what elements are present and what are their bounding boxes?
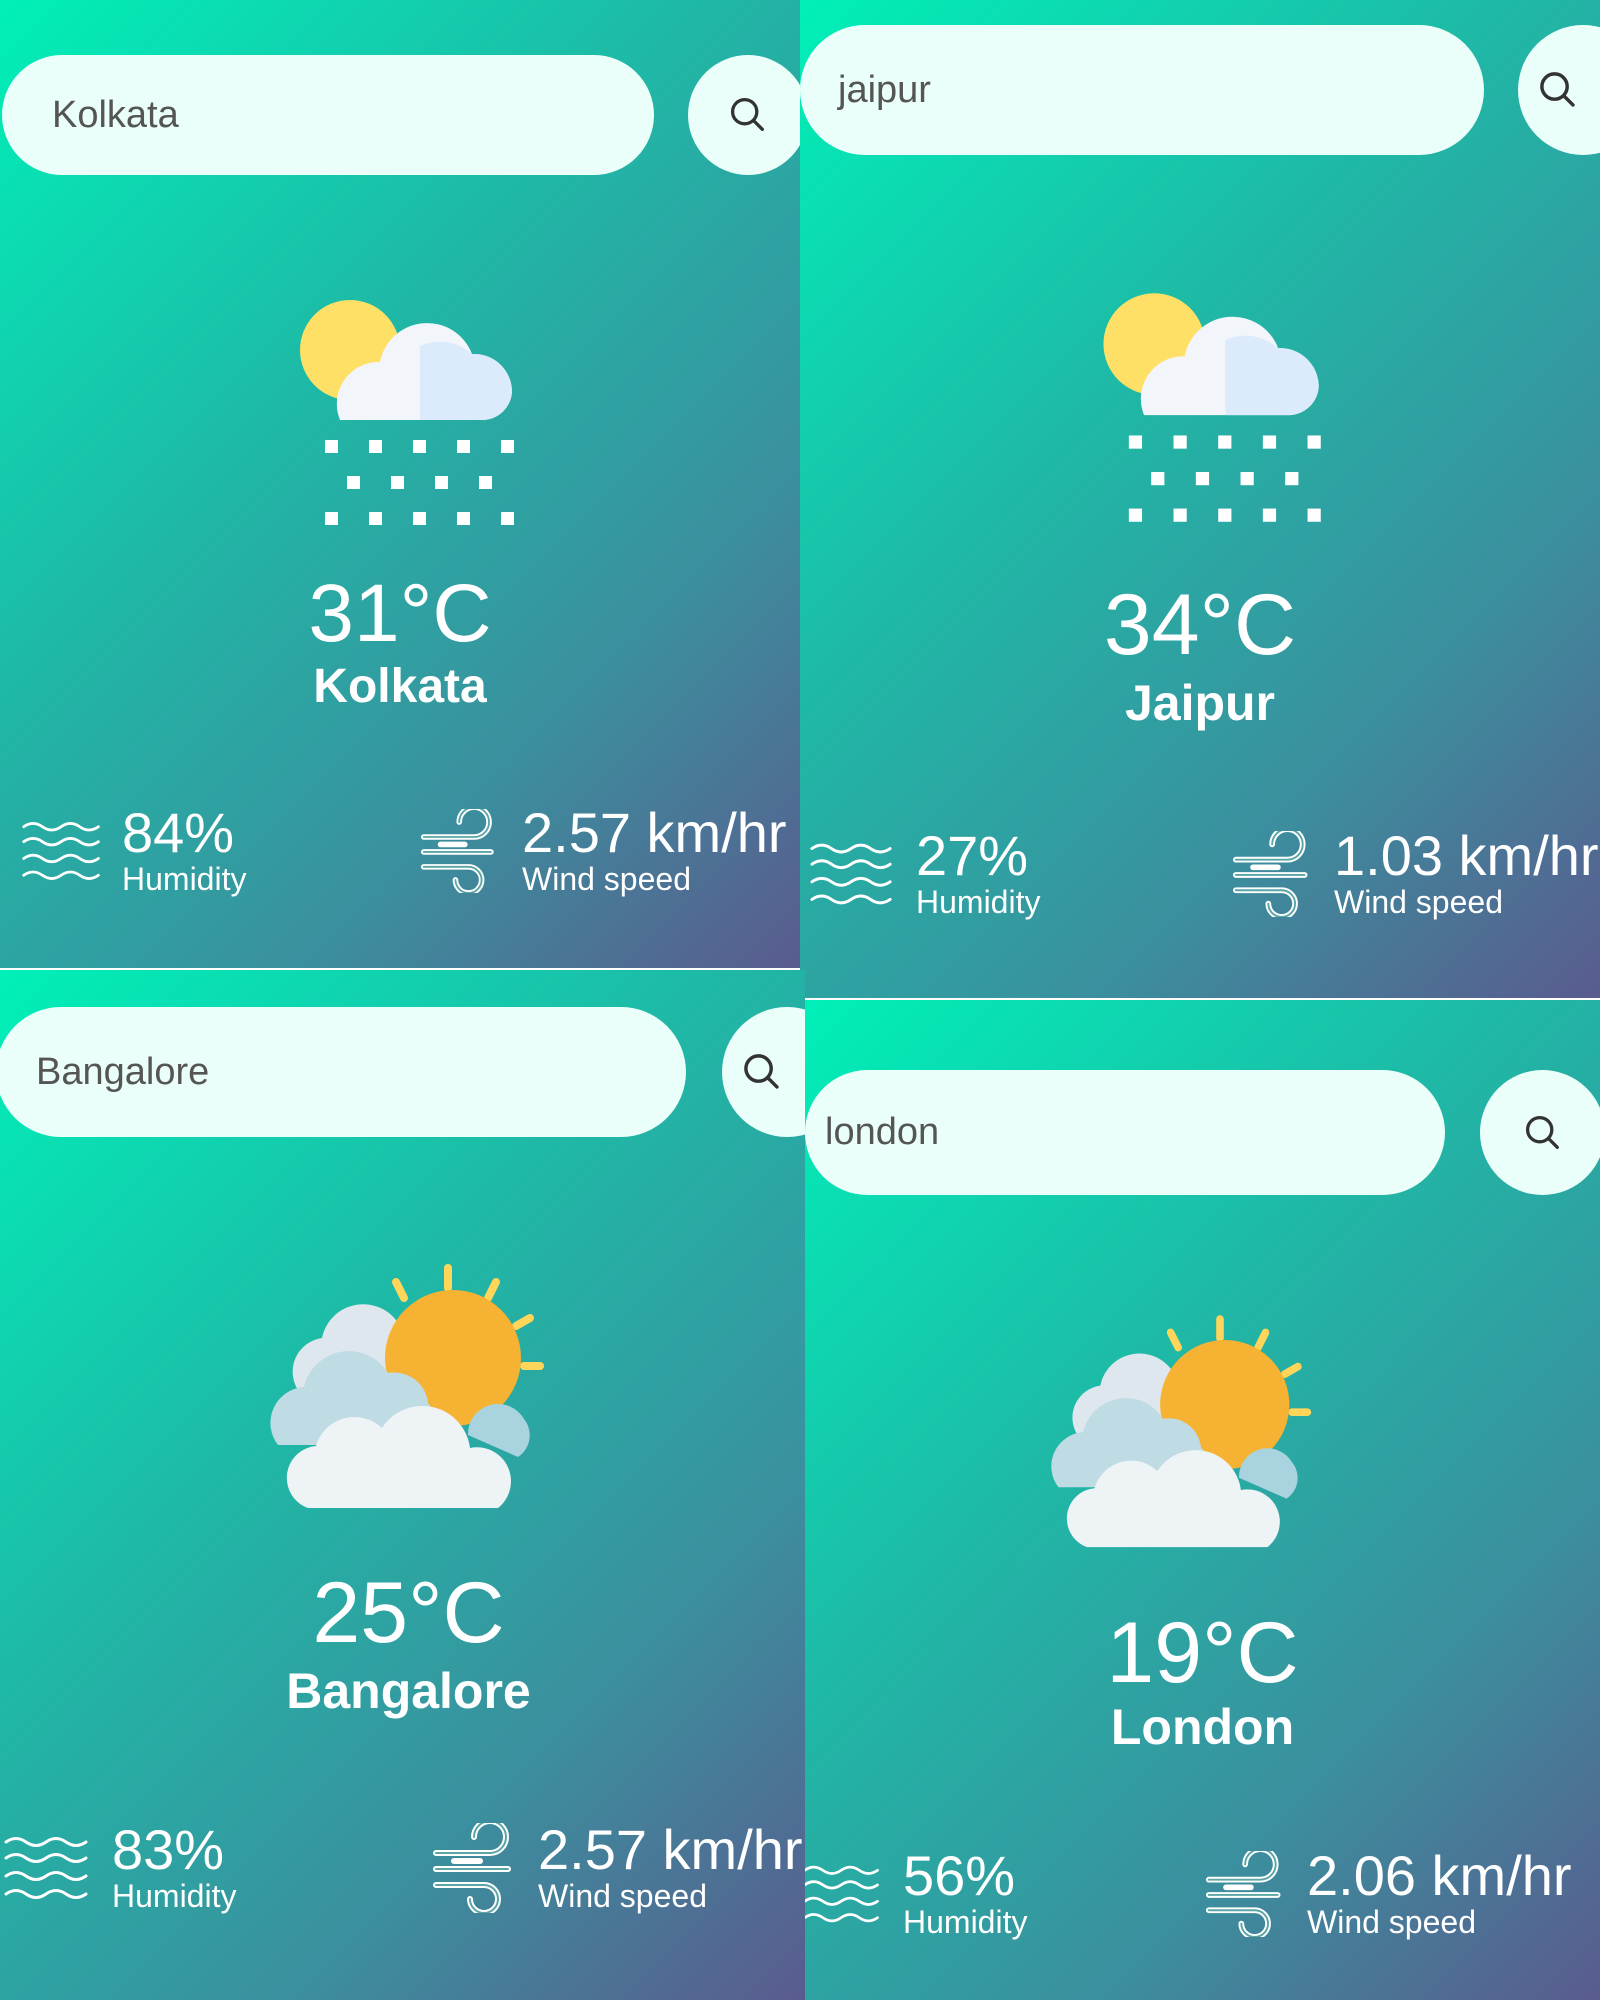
wind-label: Wind speed bbox=[1334, 884, 1503, 920]
humidity-stat: 56% Humidity bbox=[805, 1848, 1027, 1941]
humidity-value: 84% bbox=[122, 801, 235, 864]
city-name: Bangalore bbox=[286, 1663, 531, 1719]
wind-stat: 2.57 km/hr Wind speed bbox=[420, 805, 787, 898]
city-name: London bbox=[1110, 1699, 1295, 1755]
humidity-icon bbox=[20, 811, 104, 891]
partly-cloudy-sun-icon bbox=[1049, 1310, 1334, 1560]
wind-label: Wind speed bbox=[522, 861, 691, 897]
city-name: Jaipur bbox=[1124, 675, 1276, 731]
weather-card-kolkata: Kolkata 31°C Kolkata 84% Humidity 2.57 k… bbox=[0, 0, 800, 968]
humidity-stat: 83% Humidity bbox=[2, 1822, 236, 1915]
wind-label: Wind speed bbox=[1307, 1904, 1476, 1940]
search-icon bbox=[726, 93, 770, 137]
search-input[interactable]: Kolkata bbox=[2, 55, 654, 175]
humidity-stat: 84% Humidity bbox=[20, 805, 246, 898]
wind-value: 2.57 km/hr bbox=[538, 1818, 803, 1881]
humidity-icon bbox=[805, 1853, 883, 1935]
wind-icon bbox=[420, 809, 504, 893]
temperature: 31°C bbox=[308, 568, 492, 659]
search-icon bbox=[739, 1049, 785, 1095]
search-icon bbox=[1521, 1111, 1565, 1155]
weather-card-london: london 19°C London 56% Humidity 2.06 km/… bbox=[805, 1000, 1600, 2000]
search-input-value: jaipur bbox=[838, 68, 931, 111]
search-input[interactable]: Bangalore bbox=[0, 1007, 686, 1137]
humidity-label: Humidity bbox=[112, 1878, 237, 1914]
search-icon bbox=[1535, 67, 1581, 113]
humidity-label: Humidity bbox=[903, 1904, 1028, 1940]
temperature: 19°C bbox=[1106, 1605, 1299, 1701]
search-button[interactable] bbox=[722, 1007, 805, 1137]
partly-cloudy-sun-icon bbox=[268, 1260, 568, 1520]
search-button[interactable] bbox=[688, 55, 800, 175]
search-input-value: Kolkata bbox=[52, 93, 179, 136]
wind-stat: 1.03 km/hr Wind speed bbox=[1232, 828, 1599, 921]
wind-icon bbox=[432, 1823, 522, 1913]
snow-cloud-sun-icon bbox=[270, 280, 530, 540]
snow-cloud-sun-icon bbox=[1073, 273, 1337, 537]
humidity-label: Humidity bbox=[916, 884, 1041, 920]
wind-value: 2.06 km/hr bbox=[1307, 1844, 1572, 1907]
humidity-value: 56% bbox=[903, 1844, 1016, 1907]
temperature: 34°C bbox=[1103, 577, 1297, 673]
humidity-label: Humidity bbox=[122, 861, 247, 897]
search-button[interactable] bbox=[1480, 1070, 1600, 1195]
weather-card-jaipur: jaipur 34°C Jaipur 27% Humidity 1.03 km/… bbox=[800, 0, 1600, 998]
wind-stat: 2.57 km/hr Wind speed bbox=[432, 1822, 803, 1915]
humidity-icon bbox=[808, 832, 896, 916]
wind-value: 2.57 km/hr bbox=[522, 801, 787, 864]
search-input[interactable]: jaipur bbox=[800, 25, 1484, 155]
city-name: Kolkata bbox=[313, 660, 487, 713]
search-input-value: Bangalore bbox=[36, 1050, 210, 1093]
wind-stat: 2.06 km/hr Wind speed bbox=[1205, 1848, 1572, 1941]
search-button[interactable] bbox=[1518, 25, 1600, 155]
wind-value: 1.03 km/hr bbox=[1334, 824, 1599, 887]
humidity-value: 83% bbox=[112, 1818, 225, 1881]
weather-card-bangalore: Bangalore 25°C Bangalore 83% Humidity 2.… bbox=[0, 970, 805, 2000]
search-input[interactable]: london bbox=[805, 1070, 1445, 1195]
temperature: 25°C bbox=[312, 1565, 505, 1661]
wind-label: Wind speed bbox=[538, 1878, 707, 1914]
humidity-value: 27% bbox=[916, 824, 1029, 887]
wind-icon bbox=[1205, 1851, 1291, 1937]
humidity-icon bbox=[2, 1826, 92, 1910]
wind-icon bbox=[1232, 831, 1318, 917]
search-input-value: london bbox=[825, 1111, 940, 1153]
humidity-stat: 27% Humidity bbox=[808, 828, 1040, 921]
